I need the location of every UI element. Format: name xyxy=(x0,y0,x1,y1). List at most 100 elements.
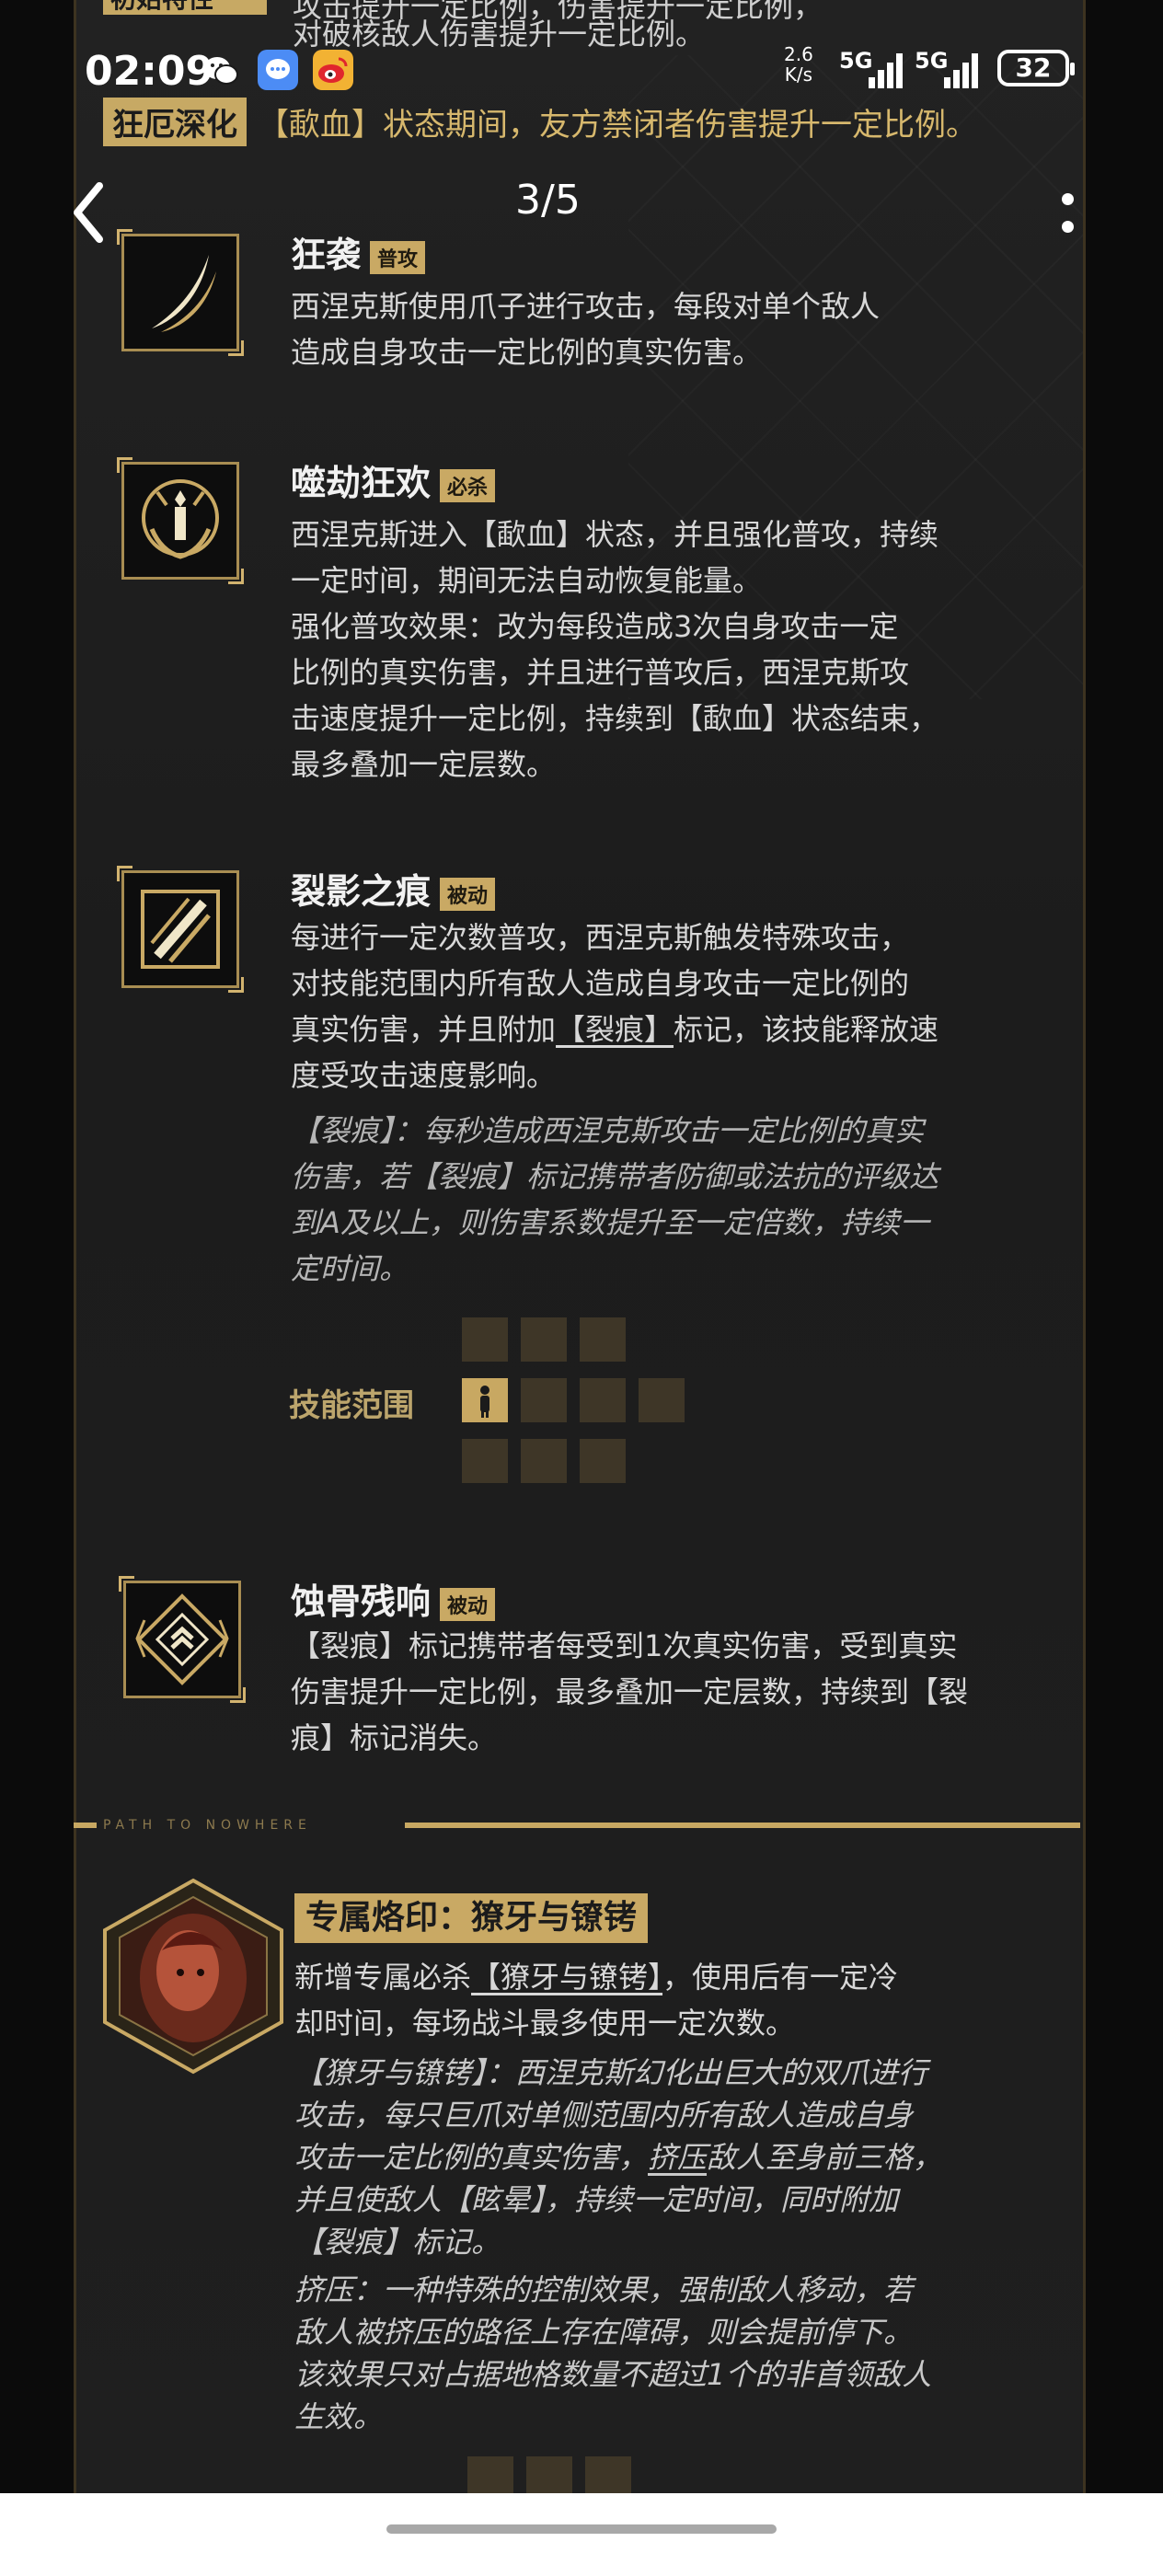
desc-fragment: 新增专属必杀 xyxy=(294,1960,472,1995)
divider-right xyxy=(405,1823,1080,1828)
skill-name: 狂袭 普攻 xyxy=(291,226,426,277)
divider-label: PATH TO NOWHERE xyxy=(103,1818,312,1833)
page-indicator: 3/5 xyxy=(515,177,581,224)
desc-fragment: 标记，该技能释放速 xyxy=(674,1012,939,1047)
desc-line: 却时间，每场战斗最多使用一定次数。 xyxy=(294,2006,796,2041)
range-cell xyxy=(585,2456,631,2493)
note-line: 敌人被挤压的路径上存在障碍，则会提前停下。 xyxy=(294,2315,914,2350)
battery-icon: 32 xyxy=(997,50,1075,86)
skill-type-tag: 普攻 xyxy=(370,240,426,274)
divider-left xyxy=(74,1823,97,1828)
note-line: 【獠牙与镣铐】：西涅克斯幻化出巨大的双爪进行 xyxy=(294,2055,928,2090)
skill-description: 西涅克斯使用爪子进行攻击，每段对单个敌人 造成自身攻击一定比例的真实伤害。 xyxy=(291,283,1163,375)
desc-line: 每进行一定次数普攻，西涅克斯触发特殊攻击， xyxy=(291,920,910,955)
message-icon xyxy=(258,50,298,90)
desc-line: 最多叠加一定层数。 xyxy=(291,747,557,782)
self-position-cell xyxy=(462,1378,508,1422)
desc-line: 度受攻击速度影响。 xyxy=(291,1058,557,1093)
bone-echo-icon xyxy=(119,1576,246,1703)
left-backdrop xyxy=(0,0,74,2493)
sim2-label: 5G xyxy=(915,48,949,74)
note-line: 该效果只对占据地格数量不超过1个的非首领敌人 xyxy=(294,2357,932,2392)
fangs-and-shackles-link[interactable]: 【獠牙与镣铐】 xyxy=(471,1960,662,1995)
desc-fragment: ，使用后有一定冷 xyxy=(662,1960,899,1995)
note-line: 生效。 xyxy=(294,2399,384,2434)
note-fragment: 攻击一定比例的真实伤害， xyxy=(294,2140,649,2175)
range-cell xyxy=(526,2456,572,2493)
wechat-icon xyxy=(201,50,241,90)
skill-name: 蚀骨残响 被动 xyxy=(291,1573,496,1624)
sim2-signal-icon xyxy=(944,50,985,88)
note-fragment: 敌人至身前三格， xyxy=(707,2140,943,2175)
weibo-icon xyxy=(313,50,353,90)
sim1-signal-icon xyxy=(869,50,909,88)
desc-line: 真实伤害，并且附加【裂痕】标记，该技能释放速 xyxy=(291,1006,1163,1052)
desc-line: 造成自身攻击一定比例的真实伤害。 xyxy=(291,335,763,370)
status-bar: 02:09 2.6 K/s 5G 5G 32 xyxy=(0,37,1163,110)
range-cell xyxy=(462,1317,508,1362)
network-speed-unit: K/s xyxy=(784,63,813,86)
exclusive-detail: 【獠牙与镣铐】：西涅克斯幻化出巨大的双爪进行 攻击，每只巨爪对单侧范围内所有敌人… xyxy=(294,2052,942,2263)
desc-line: 新增专属必杀【獠牙与镣铐】，使用后有一定冷 xyxy=(294,1954,1163,2000)
range-cell xyxy=(580,1317,626,1362)
desc-line: 一定时间，期间无法自动恢复能量。 xyxy=(291,563,763,598)
skill-name: 噬劫狂欢 必杀 xyxy=(291,454,496,505)
range-cell xyxy=(521,1378,567,1422)
rift-mark-note: 【裂痕】：每秒造成西涅克斯攻击一定比例的真实 伤害，若【裂痕】标记携带者防御或法… xyxy=(291,1108,938,1292)
desc-fragment: 真实伤害，并且附加 xyxy=(291,1012,557,1047)
skill-type-tag: 被动 xyxy=(440,877,496,911)
home-indicator[interactable] xyxy=(386,2524,777,2534)
desc-line: 对技能范围内所有敌人造成自身攻击一定比例的 xyxy=(291,966,910,1001)
range-cell xyxy=(467,2456,513,2493)
clock: 02:09 xyxy=(85,48,214,95)
range-cell xyxy=(580,1378,626,1422)
skill-range-label: 技能范围 xyxy=(289,1387,414,1424)
note-line: 挤压：一种特殊的控制效果，强制敌人移动，若 xyxy=(294,2272,914,2307)
exclusive-intro: 新增专属必杀【獠牙与镣铐】，使用后有一定冷 却时间，每场战斗最多使用一定次数。 xyxy=(294,1954,1163,2046)
desc-line: 【裂痕】标记携带者每受到1次真实伤害，受到真实 xyxy=(291,1628,958,1663)
note-line: 攻击，每只巨爪对单侧范围内所有敌人造成自身 xyxy=(294,2098,914,2133)
skill-type-tag: 被动 xyxy=(440,1587,496,1621)
more-options-button[interactable] xyxy=(1058,180,1077,245)
skill-title: 蚀骨残响 xyxy=(291,1581,432,1622)
range-cell xyxy=(521,1317,567,1362)
range-cell xyxy=(580,1439,626,1483)
desc-line: 痕】标记消失。 xyxy=(291,1720,498,1755)
berserk-figure-icon xyxy=(117,457,244,584)
skill-name: 裂影之痕 被动 xyxy=(291,863,496,914)
desc-line: 强化普攻效果：改为每段造成3次自身攻击一定 xyxy=(291,609,899,644)
back-button[interactable] xyxy=(70,180,107,245)
exclusive-brand-portrait xyxy=(98,1877,289,2076)
desc-line: 击速度提升一定比例，持续到【歃血】状态结束， xyxy=(291,701,939,736)
system-navigation-bar xyxy=(0,2493,1163,2576)
range-cell xyxy=(639,1378,685,1422)
skill-description: 每进行一定次数普攻，西涅克斯触发特殊攻击， 对技能范围内所有敌人造成自身攻击一定… xyxy=(291,914,1163,1098)
skill-title: 裂影之痕 xyxy=(291,871,432,912)
skill-type-tag: 必杀 xyxy=(440,468,496,502)
range-cell xyxy=(521,1439,567,1483)
squeeze-link[interactable]: 挤压 xyxy=(648,2140,707,2175)
chevron-left-icon xyxy=(74,182,103,243)
skill-description: 【裂痕】标记携带者每受到1次真实伤害，受到真实 伤害提升一定比例，最多叠加一定层… xyxy=(291,1623,1163,1761)
squeeze-note: 挤压：一种特殊的控制效果，强制敌人移动，若 敌人被挤压的路径上存在障碍，则会提前… xyxy=(294,2269,931,2438)
note-line: 【裂痕】标记。 xyxy=(294,2225,501,2260)
rift-mark-link[interactable]: 【裂痕】 xyxy=(556,1012,674,1047)
desc-line: 西涅克斯进入【歃血】状态，并且强化普攻，持续 xyxy=(291,517,939,552)
desc-line: 比例的真实伤害，并且进行普攻后，西涅克斯攻 xyxy=(291,655,910,690)
note-line: 并且使敌人【眩晕】，持续一定时间，同时附加 xyxy=(294,2182,899,2217)
range-cell xyxy=(462,1439,508,1483)
sim1-label: 5G xyxy=(839,48,873,74)
note-line: 【裂痕】：每秒造成西涅克斯攻击一定比例的真实 xyxy=(291,1113,925,1148)
exclusive-brand-title: 专属烙印：獠牙与镣铐 xyxy=(294,1893,649,1943)
claw-slash-icon xyxy=(117,229,244,356)
initial-trait-badge: 初始特性 xyxy=(103,0,267,15)
skill-title: 狂袭 xyxy=(291,235,362,275)
desc-line: 伤害提升一定比例，最多叠加一定层数，持续到【裂 xyxy=(291,1674,969,1709)
note-line: 攻击一定比例的真实伤害，挤压敌人至身前三格， xyxy=(294,2136,942,2179)
skill-description: 西涅克斯进入【歃血】状态，并且强化普攻，持续 一定时间，期间无法自动恢复能量。 … xyxy=(291,512,1163,788)
person-icon xyxy=(480,1386,489,1418)
deepening-text: 【歃血】状态期间，友方禁闭者伤害提升一定比例。 xyxy=(258,107,977,144)
desc-line: 西涅克斯使用爪子进行攻击，每段对单个敌人 xyxy=(291,289,881,324)
note-line: 伤害，若【裂痕】标记携带者防御或法抗的评级达 xyxy=(291,1159,939,1194)
network-speed-value: 2.6 xyxy=(784,43,813,65)
